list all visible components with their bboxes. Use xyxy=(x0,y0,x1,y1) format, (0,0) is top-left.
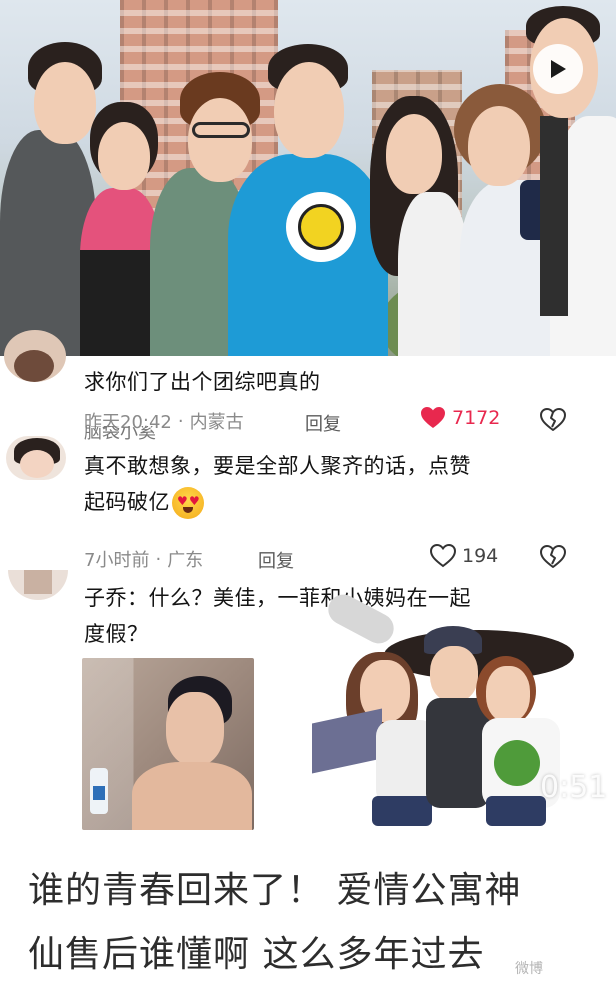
comment-text-line: 真不敢想象，要是全部人聚齐的话，点赞 xyxy=(84,454,471,478)
meta-separator: · xyxy=(155,548,162,570)
broken-heart-icon xyxy=(540,408,566,431)
comment-text-fragment: 起码破亿 xyxy=(84,490,170,514)
comment-time: 7小时前 xyxy=(84,550,150,571)
reply-button[interactable]: 回复 xyxy=(258,547,294,573)
like-button[interactable]: 7172 xyxy=(420,406,500,430)
post-caption-line: 仙售后谁懂啊 这么多年过去 xyxy=(28,934,485,975)
comment-image[interactable] xyxy=(82,658,254,830)
commenter-avatar[interactable] xyxy=(8,570,68,600)
meta-separator: · xyxy=(177,410,184,432)
post-caption-line: 谁的青春回来了！ 爱情公寓神 xyxy=(28,870,522,911)
dislike-button[interactable] xyxy=(540,545,566,573)
comment-location: 内蒙古 xyxy=(189,412,244,433)
like-count: 7172 xyxy=(452,407,501,429)
watermark: 微博 xyxy=(515,961,543,977)
heart-filled-icon xyxy=(421,407,445,428)
video-duration: 0:51 xyxy=(540,770,608,805)
play-button[interactable] xyxy=(533,44,583,94)
broken-heart-icon xyxy=(540,545,566,568)
comment-text: 求你们了出个团综吧真的 xyxy=(84,370,321,394)
heart-eyes-emoji: ♥ ♥ xyxy=(172,487,204,519)
play-icon xyxy=(551,60,566,78)
comment-text: 真不敢想象，要是全部人聚齐的话，点赞 起码破亿 ♥ ♥ xyxy=(84,448,584,520)
comment-text-line: 起码破亿 ♥ ♥ xyxy=(84,484,584,520)
dislike-button[interactable] xyxy=(540,408,566,436)
commenter-username[interactable]: 脑袋小奚 xyxy=(84,426,156,442)
comment-meta: 7小时前 · 广东 xyxy=(84,546,203,572)
like-count: 194 xyxy=(462,545,499,567)
commenter-avatar[interactable] xyxy=(4,330,66,382)
reply-button[interactable]: 回复 xyxy=(305,410,341,436)
heart-outline-icon xyxy=(430,544,456,568)
comment-location: 广东 xyxy=(167,550,204,571)
commenter-avatar[interactable] xyxy=(6,436,66,480)
video-thumbnail[interactable] xyxy=(0,0,616,356)
like-button[interactable]: 194 xyxy=(430,544,498,568)
